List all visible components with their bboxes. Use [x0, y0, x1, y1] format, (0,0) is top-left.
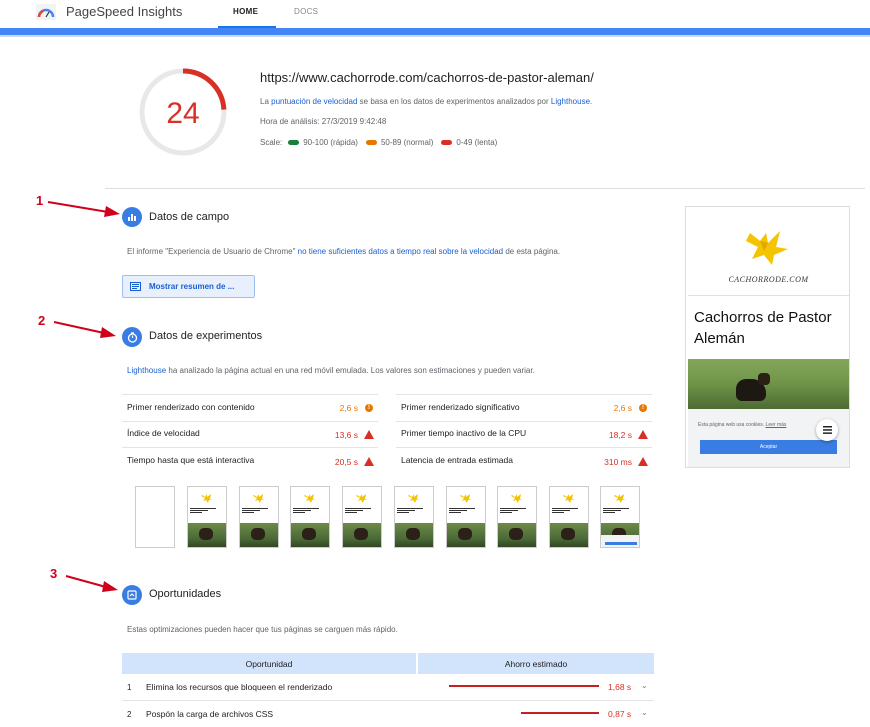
fail-icon	[638, 430, 648, 439]
filmstrip-frame	[446, 486, 486, 548]
metric-divider	[396, 421, 652, 422]
field-data-title: Datos de campo	[149, 211, 230, 223]
average-icon: !	[365, 404, 373, 412]
metric-divider	[396, 447, 652, 448]
fail-icon	[638, 457, 648, 466]
metric-fmp-label: Primer renderizado significativo	[401, 402, 520, 412]
metric-tti-label: Tiempo hasta que está interactiva	[127, 455, 255, 465]
row-number: 2	[127, 710, 132, 719]
annotation-number-1: 1	[36, 193, 44, 208]
header-bar	[0, 28, 870, 37]
pagespeed-logo	[36, 4, 56, 20]
cookie-text: Esta página web usa cookies. Leer más	[698, 422, 787, 428]
score-scale: Scale: 90-100 (rápida) 50-89 (normal) 0-…	[260, 138, 498, 147]
metric-fmp-value: 2,6 s	[613, 403, 632, 413]
chevron-down-icon[interactable]: ⌄	[641, 708, 648, 717]
metric-divider	[122, 447, 378, 448]
filmstrip-frame	[549, 486, 589, 548]
scale-fast-label: 90-100 (rápida)	[303, 138, 358, 147]
annotation-arrow-1	[47, 201, 120, 217]
fail-icon	[364, 430, 374, 439]
metric-divider	[122, 421, 378, 422]
score-description: La puntuación de velocidad se basa en lo…	[260, 97, 593, 106]
preview-divider	[688, 295, 849, 296]
metric-speed-index-value: 13,6 s	[334, 430, 358, 440]
chevron-down-icon[interactable]: ⌄	[641, 681, 648, 690]
preview-photo	[688, 359, 849, 409]
summary-icon	[130, 282, 141, 291]
filmstrip-frame	[394, 486, 434, 548]
metric-fcp-label: Primer renderizado con contenido	[127, 402, 255, 412]
analysis-time: Hora de análisis: 27/3/2019 9:42:48	[260, 117, 387, 126]
lighthouse-lab-link[interactable]: Lighthouse	[127, 366, 166, 375]
savings-bar	[521, 712, 599, 714]
app-title: PageSpeed Insights	[66, 4, 183, 19]
score-gauge: 24	[138, 67, 228, 157]
dog-logo-icon	[746, 231, 788, 265]
tab-home[interactable]: HOME	[233, 7, 258, 16]
annotation-number-2: 2	[38, 313, 46, 328]
scale-fast-pill	[288, 140, 300, 145]
show-summary-button[interactable]: Mostrar resumen de ...	[122, 275, 255, 298]
annotation-number-3: 3	[50, 566, 58, 581]
metric-divider	[396, 394, 652, 395]
row-divider	[122, 700, 654, 701]
analyzed-url: https://www.cachorrode.com/cachorros-de-…	[260, 70, 594, 85]
lighthouse-link[interactable]: Lighthouse	[551, 97, 590, 106]
preview-title: Cachorros de Pastor Alemán	[694, 309, 832, 347]
column-header-savings: Ahorro estimado	[418, 653, 654, 674]
field-data-icon	[122, 207, 142, 227]
metric-input-latency-label: Latencia de entrada estimada	[401, 455, 513, 465]
savings-value: 0,87 s	[608, 709, 632, 719]
opportunity-label[interactable]: Pospón la carga de archivos CSS	[146, 709, 273, 719]
field-data-text: El informe "Experiencia de Usuario de Ch…	[127, 247, 561, 256]
row-number: 1	[127, 683, 132, 692]
preview-brand: CACHORRODE.COM	[728, 275, 809, 284]
menu-icon	[816, 419, 838, 441]
tab-docs[interactable]: DOCS	[294, 7, 318, 16]
lab-data-text: Lighthouse ha analizado la página actual…	[127, 366, 535, 375]
accept-cookies-button: Aceptar	[700, 440, 837, 454]
metric-input-latency-value: 310 ms	[604, 457, 632, 467]
scale-slow-label: 0-49 (lenta)	[456, 138, 498, 147]
filmstrip-frame	[239, 486, 279, 548]
filmstrip-frame	[497, 486, 537, 548]
opportunities-icon	[122, 585, 142, 605]
filmstrip-frame	[600, 486, 640, 548]
metric-cpu-idle-label: Primer tiempo inactivo de la CPU	[401, 428, 527, 438]
savings-value: 1,68 s	[608, 682, 632, 692]
metric-speed-index-label: Índice de velocidad	[127, 428, 200, 438]
lab-data-icon	[122, 327, 142, 347]
savings-bar	[449, 685, 599, 687]
scale-slow-pill	[441, 140, 453, 145]
scale-average-pill	[365, 140, 377, 145]
average-icon: !	[639, 404, 647, 412]
divider	[105, 188, 865, 189]
metric-divider	[122, 394, 378, 395]
opportunity-label[interactable]: Elimina los recursos que bloqueen el ren…	[146, 682, 332, 692]
column-header-opportunity: Oportunidad	[122, 653, 416, 674]
filmstrip-frame	[290, 486, 330, 548]
opportunities-title: Oportunidades	[149, 588, 222, 600]
filmstrip-frame-blank	[135, 486, 175, 548]
speed-score-link[interactable]: puntuación de velocidad	[271, 97, 357, 106]
annotation-arrow-3	[65, 575, 118, 592]
metric-fcp-value: 2,6 s	[339, 403, 358, 413]
lab-data-title: Datos de experimentos	[149, 330, 263, 342]
page-preview: CACHORRODE.COM Cachorros de Pastor Alemán…	[685, 206, 850, 468]
filmstrip-frame	[187, 486, 227, 548]
scale-average-label: 50-89 (normal)	[380, 138, 434, 147]
insufficient-data-link[interactable]: no tiene suficientes datos a tiempo real…	[298, 247, 503, 256]
opportunities-text: Estas optimizaciones pueden hacer que tu…	[127, 625, 398, 634]
annotation-arrow-2	[53, 321, 116, 338]
score-value: 24	[166, 97, 199, 130]
metric-tti-value: 20,5 s	[334, 457, 358, 467]
filmstrip-frame	[342, 486, 382, 548]
metric-cpu-idle-value: 18,2 s	[608, 430, 632, 440]
fail-icon	[364, 457, 374, 466]
